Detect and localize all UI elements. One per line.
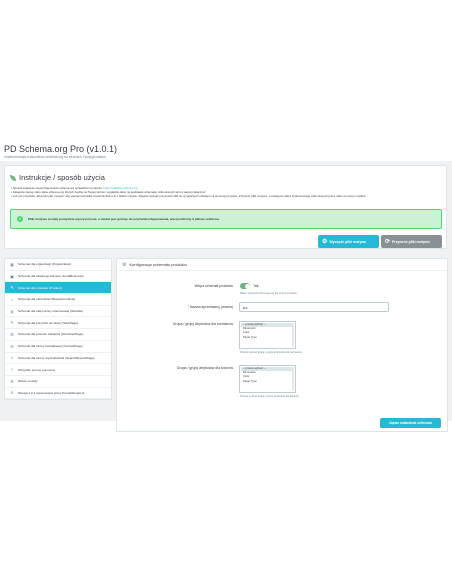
help-icon: ? [10,367,14,373]
sidebar-item-website[interactable]: ◍ Schemat dla całej strony internetowej (… [5,306,111,318]
refresh-icon: ⟳ [385,238,391,245]
leaf-icon [10,174,16,181]
globe-icon: ◍ [10,308,14,314]
check-icon: ✓ [17,216,23,222]
enable-toggle[interactable] [240,283,250,289]
clean-theme-button[interactable]: ⚙ Wyczyść pliki motywu [318,235,379,248]
enable-value: Tak [253,284,259,288]
gears-icon: ⚙ [122,261,127,268]
instructions-list: • Sposób zapisania więcej fragmentów sch… [11,186,441,198]
sidebar-item-product[interactable]: ✎ Schemat dla produktu (Product) [5,282,111,295]
save-schema-button[interactable]: Zapisz ustawienia schematu [380,418,441,428]
instructions-title: Instrukcje / sposób użycia [19,173,105,182]
page-title: PD Schema.org Pro (v1.0.1) [4,144,118,154]
select-option[interactable]: Paper Type [241,336,294,340]
store-icon: ▣ [10,273,14,279]
color-attr-select[interactable]: -- proszę wybrać -- Dimension Color Pape… [239,365,296,393]
pencil-icon: ✎ [10,320,14,326]
sidebar-item-webpage[interactable]: ✎ Schemat dla przyciski ref strony (WebPa… [5,317,111,330]
sidebar-item-help[interactable]: ? Wszystki; pomoc pomocną [5,364,111,376]
success-message: Pliki motywu zostały pomyślnie wyczyszcz… [28,217,220,221]
list-item: • Lub ucz przycisku „Wyczyść pliki motyw… [11,194,367,198]
scrollbar[interactable] [292,367,294,391]
size-attr-label: Grupa / grupy atrybutów dla rozmiarów [172,322,233,326]
gear-icon: ⚙ [10,378,14,384]
size-attr-help: Proszę wybrać grupę / grupy atrybutów dl… [240,351,302,354]
color-attr-label: Grupa / grupy atrybutów dla kolorów [176,366,233,370]
building-icon: ▦ [10,261,14,267]
sidebar-item-version: ℹ Wersja 1.0.1 opracowana przez PrestaSho… [5,388,111,400]
instructions-heading: Instrukcje / sposób użycia [10,173,105,182]
dot-icon: • [11,296,13,302]
panel-header: ⚙ Konfiguracja schematu produktu [117,259,447,271]
sidebar-item-search[interactable]: ⌕ Schemat dla strony wyszukiwania (Search… [5,353,111,365]
enable-label: Włącz schemat produktu [194,284,233,288]
seller-name-field[interactable]: Brit [239,302,389,312]
theme-actions: ⚙ Wyczyść pliki motywu ⟳ Przywróć pliki … [318,235,442,248]
sidebar-item-organization[interactable]: ▦ Schemat dla organizacji (Organization) [5,259,111,271]
sidebar-item-breadcrumb[interactable]: • Schemat dla okruszków (BreadcrumbList) [5,294,111,306]
enable-help: Włącz schemat schemata.org dla strony pr… [240,292,297,295]
select-option[interactable]: Paper Type [241,380,294,384]
color-attr-help: Proszę wybrać grupę / grupy atrybutów dl… [240,395,299,398]
instructions-panel: Instrukcje / sposób użycia • Sposób zapi… [4,165,447,249]
gear-icon: ⚙ [322,238,328,245]
sidebar-item-modules[interactable]: ⚙ Nasze moduły [5,376,111,388]
sidebar: ▦ Schemat dla organizacji (Organization) … [4,258,112,401]
seller-name-label: * Nazwa sprzedawcy (marka) [187,305,233,309]
restore-theme-button[interactable]: ⟳ Przywróć pliki motywu [381,235,442,248]
page-subtitle: Implementacja znaczników schema.org na s… [4,155,107,159]
search-icon: ⌕ [10,355,14,361]
pencil-icon: ✎ [10,285,14,291]
success-alert: ✓ Pliki motywu zostały pomyślnie wyczysz… [10,209,442,229]
size-attr-select[interactable]: -- proszę wybrać -- Dimension Color Pape… [239,321,296,349]
panel-title: Konfiguracja schematu produktu [129,262,187,267]
sidebar-item-checkout[interactable]: ⊞ Schemat dla procesu zakupów (CheckoutPa… [5,329,111,341]
cart-icon: ⊞ [10,331,14,337]
envelope-icon: ✉ [10,343,14,349]
product-schema-panel: ⚙ Konfiguracja schematu produktu Włącz s… [116,258,448,432]
toggle-knob [244,283,250,289]
sidebar-item-local-business[interactable]: ▣ Schemat dla lokalnego biznesu (LocalBus… [5,271,111,283]
scrollbar[interactable] [292,323,294,347]
info-icon: ℹ [11,390,13,396]
sidebar-item-contact[interactable]: ✉ Schemat dla strony kontaktowej (Contact… [5,341,111,353]
